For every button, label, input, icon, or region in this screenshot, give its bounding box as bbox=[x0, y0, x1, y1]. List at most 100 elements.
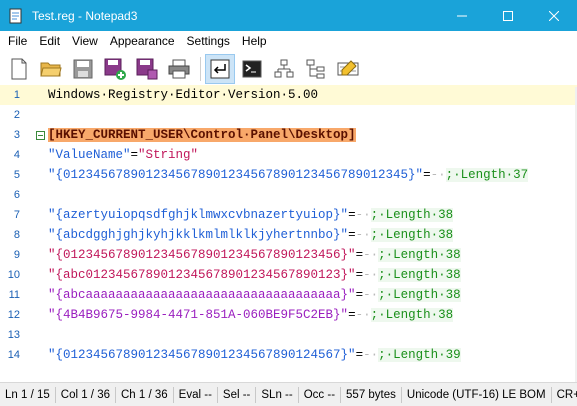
line-number: 7 bbox=[13, 209, 20, 221]
open-file-button[interactable] bbox=[36, 54, 66, 84]
line-code: [HKEY_CURRENT_USER\Control·Panel\Desktop… bbox=[48, 125, 356, 145]
status-column: Col 1 / 36 bbox=[56, 386, 116, 403]
code-token: -· bbox=[355, 308, 371, 322]
menu-appearance[interactable]: Appearance bbox=[104, 31, 181, 51]
tree-view-button[interactable] bbox=[301, 54, 331, 84]
line-number: 12 bbox=[7, 309, 20, 321]
save-icon bbox=[73, 59, 93, 78]
code-token: Windows·Registry·Editor·Version·5.00 bbox=[48, 88, 319, 102]
line-number: 14 bbox=[7, 349, 20, 361]
save-as-button[interactable] bbox=[100, 54, 130, 84]
line-code: "{0123456789012345678901234567890124567}… bbox=[48, 345, 461, 365]
console-button[interactable] bbox=[237, 54, 267, 84]
status-selected-lines: SLn -- bbox=[256, 386, 299, 403]
code-token: "{0123456789012345678901234567890124567}… bbox=[48, 348, 356, 362]
line-number: 3 bbox=[13, 129, 20, 141]
code-token: ;·Length·38 bbox=[370, 308, 454, 322]
status-occurrences: Occ -- bbox=[299, 386, 342, 403]
code-token: "ValueName" bbox=[48, 148, 131, 162]
code-token: = bbox=[355, 248, 364, 262]
code-token: = bbox=[355, 348, 364, 362]
console-icon bbox=[242, 60, 262, 77]
close-button[interactable] bbox=[531, 0, 577, 31]
title-bar: Test.reg - Notepad3 bbox=[0, 0, 577, 31]
code-token: -· bbox=[355, 208, 371, 222]
code-token: "String" bbox=[138, 148, 199, 162]
code-token: ;·Length·37 bbox=[445, 168, 529, 182]
status-char: Ch 1 / 36 bbox=[116, 386, 174, 403]
code-token: = bbox=[348, 208, 356, 222]
code-token: "{abc0123456789012345678901234567890123}… bbox=[48, 268, 356, 282]
toolbar-separator bbox=[200, 56, 201, 81]
menu-settings[interactable]: Settings bbox=[181, 31, 236, 51]
code-token: ;·Length·38 bbox=[378, 248, 461, 262]
line-number: 13 bbox=[7, 329, 20, 341]
line-code: "{azertyuiopqsdfghjklmwxcvbnazertyuiop}"… bbox=[48, 205, 454, 225]
word-wrap-icon bbox=[210, 59, 230, 78]
menu-file[interactable]: File bbox=[2, 31, 33, 51]
code-token: ;·Length·38 bbox=[378, 288, 461, 302]
minimize-button[interactable] bbox=[439, 0, 485, 31]
line-number: 4 bbox=[13, 149, 20, 161]
toolbar bbox=[0, 51, 577, 87]
editor-line[interactable]: 6 bbox=[0, 185, 577, 205]
menu-edit[interactable]: Edit bbox=[33, 31, 66, 51]
editor-line[interactable]: 12 "{4B4B9675-9984-4471-851A-060BE9F5C2EB… bbox=[0, 305, 577, 325]
editor-line[interactable]: 2 bbox=[0, 105, 577, 125]
editor-line[interactable]: 8 "{abcdgghjghjkyhjkklkmlmlklkjyhertnnbo}… bbox=[0, 225, 577, 245]
editor-line[interactable]: 13 bbox=[0, 325, 577, 345]
minimize-icon bbox=[457, 15, 467, 16]
editor-line[interactable]: 5 "{0123456789012345678901234567890123456… bbox=[0, 165, 577, 185]
highlighter-button[interactable] bbox=[333, 54, 363, 84]
maximize-button[interactable] bbox=[485, 0, 531, 31]
menu-help[interactable]: Help bbox=[236, 31, 273, 51]
print-button[interactable] bbox=[164, 54, 194, 84]
menu-bar: File Edit View Appearance Settings Help bbox=[0, 31, 577, 51]
status-line[interactable]: Ln 1 / 15 bbox=[0, 386, 56, 403]
editor-line[interactable]: 7 "{azertyuiopqsdfghjklmwxcvbnazertyuiop}… bbox=[0, 205, 577, 225]
editor-area[interactable]: 1 Windows·Registry·Editor·Version·5.00 2 3 [… bbox=[0, 85, 577, 382]
code-token: "{abcdgghjghjkyhjkklkmlmlklkjyhertnnbo}" bbox=[48, 228, 349, 242]
line-number: 10 bbox=[7, 269, 20, 281]
editor-line[interactable]: 4 "ValueName"="String" bbox=[0, 145, 577, 165]
code-token: "{azertyuiopqsdfghjklmwxcvbnazertyuiop}" bbox=[48, 208, 349, 222]
code-token: -· bbox=[363, 348, 379, 362]
status-file-size: 557 bytes bbox=[341, 386, 402, 403]
code-token: -· bbox=[430, 168, 446, 182]
code-token: ;·Length·39 bbox=[378, 348, 461, 362]
print-icon bbox=[168, 59, 190, 78]
line-code: Windows·Registry·Editor·Version·5.00 bbox=[48, 85, 318, 105]
new-file-button[interactable] bbox=[4, 54, 34, 84]
code-token: = bbox=[423, 168, 431, 182]
network-button[interactable] bbox=[269, 54, 299, 84]
code-token: = bbox=[348, 308, 356, 322]
editor-line[interactable]: 11 "{abcaaaaaaaaaaaaaaaaaaaaaaaaaaaaaaaaa… bbox=[0, 285, 577, 305]
code-token: = bbox=[130, 148, 139, 162]
editor-line[interactable]: 14 "{012345678901234567890123456789012456… bbox=[0, 345, 577, 365]
open-folder-icon bbox=[40, 62, 62, 76]
line-code: "{01234567890123456789012345678901234567… bbox=[48, 165, 529, 185]
menu-view[interactable]: View bbox=[66, 31, 104, 51]
word-wrap-button[interactable] bbox=[205, 53, 235, 84]
line-number: 6 bbox=[13, 189, 20, 201]
line-code: "{abc0123456789012345678901234567890123}… bbox=[48, 265, 461, 285]
status-encoding[interactable]: Unicode (UTF-16) LE BOM bbox=[402, 386, 552, 403]
save-copy-icon bbox=[136, 58, 158, 79]
editor-line[interactable]: 3 [HKEY_CURRENT_USER\Control·Panel\Deskto… bbox=[0, 125, 577, 145]
line-number: 2 bbox=[13, 109, 20, 121]
highlighter-icon bbox=[337, 59, 359, 75]
status-eol[interactable]: CR+LF bbox=[552, 387, 577, 403]
editor-line[interactable]: 10 "{abc012345678901234567890123456789012… bbox=[0, 265, 577, 285]
fold-collapse-icon[interactable] bbox=[36, 131, 45, 140]
code-token: = bbox=[355, 268, 364, 282]
editor-line[interactable]: 9 "{0123456789012345678901234567890123456… bbox=[0, 245, 577, 265]
line-number: 5 bbox=[13, 169, 20, 181]
editor-line[interactable]: 1 Windows·Registry·Editor·Version·5.00 bbox=[0, 85, 577, 105]
save-button[interactable] bbox=[68, 54, 98, 84]
status-selection: Sel -- bbox=[218, 386, 257, 403]
code-token: [HKEY_CURRENT_USER\Control·Panel\Desktop… bbox=[48, 128, 356, 142]
save-copy-button[interactable] bbox=[132, 54, 162, 84]
window-title: Test.reg - Notepad3 bbox=[32, 8, 138, 23]
code-token: "{01234567890123456789012345678901234567… bbox=[48, 168, 424, 182]
line-number: 1 bbox=[13, 89, 20, 101]
